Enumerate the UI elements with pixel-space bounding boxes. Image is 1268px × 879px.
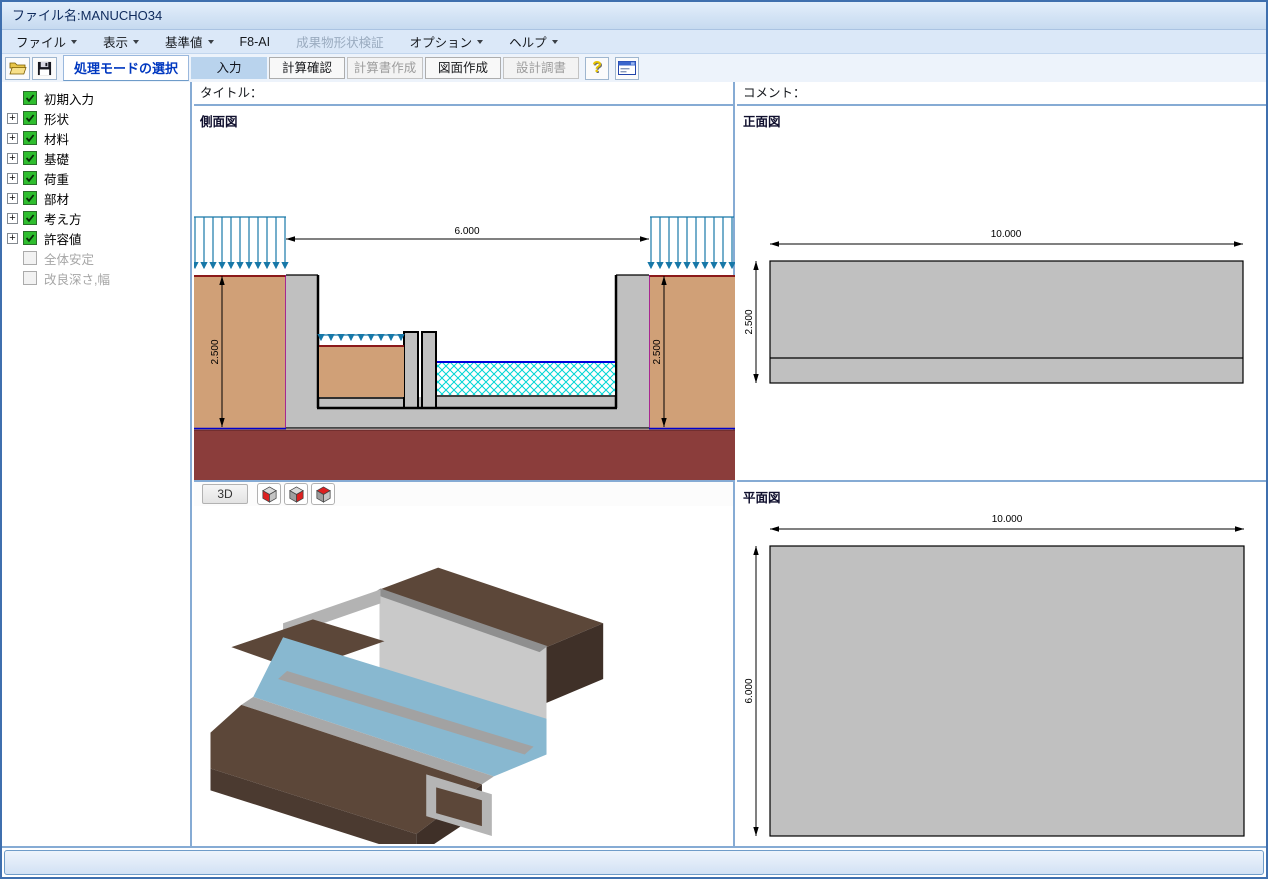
checkbox-checked-icon[interactable]	[23, 191, 37, 205]
dialog-window-icon	[618, 61, 636, 75]
view3d-viewport[interactable]	[194, 506, 733, 844]
window-title: ファイル名:MANUCHO34	[12, 8, 162, 23]
sidebar-item-material[interactable]: 材料	[2, 128, 190, 148]
expand-plus-icon[interactable]	[7, 133, 18, 144]
plan-view-drawing: 10.000 6.000	[737, 482, 1266, 844]
plan-view-panel: 平面図 10.000 6.000	[737, 480, 1266, 844]
expand-plus-icon[interactable]	[7, 193, 18, 204]
open-file-button[interactable]	[5, 57, 30, 80]
main-area: 初期入力 形状 材料 基礎 荷重	[2, 82, 1266, 848]
plan-view-label: 平面図	[743, 487, 781, 506]
mode-tabs: 入力 計算確認 計算書作成 図面作成 設計調書	[191, 57, 579, 79]
side-view-label: 側面図	[200, 111, 238, 130]
title-header: タイトル：	[194, 82, 733, 106]
dropdown-arrow-icon	[208, 40, 214, 44]
checkbox-checked-icon[interactable]	[23, 131, 37, 145]
menu-standard-values[interactable]: 基準値	[165, 32, 214, 51]
title-bar: ファイル名:MANUCHO34	[2, 2, 1266, 30]
dim-width-label: 6.000	[454, 226, 479, 237]
cube-top-face-red-icon	[314, 485, 333, 504]
sidebar-item-allowable-values[interactable]: 許容値	[2, 228, 190, 248]
sidebar-item-overall-stability: 全体安定	[2, 248, 190, 268]
sidebar-item-foundation[interactable]: 基礎	[2, 148, 190, 168]
cube-right-face-red-icon	[287, 485, 306, 504]
sidebar-tree: 初期入力 形状 材料 基礎 荷重	[2, 82, 192, 846]
menu-help[interactable]: ヘルプ	[509, 32, 558, 51]
save-file-button[interactable]	[32, 57, 57, 80]
tab-report-create: 計算書作成	[347, 57, 423, 79]
checkbox-checked-icon[interactable]	[23, 111, 37, 125]
dropdown-arrow-icon	[133, 40, 139, 44]
sidebar-item-initial-input[interactable]: 初期入力	[2, 88, 190, 108]
dim-height-left-label: 2.500	[210, 339, 221, 364]
floppy-disk-icon	[37, 61, 52, 76]
status-bar	[4, 850, 1264, 875]
dropdown-arrow-icon	[71, 40, 77, 44]
tab-input[interactable]: 入力	[191, 57, 267, 79]
water-fill	[437, 362, 615, 395]
menu-deliverable-shape-check: 成果物形状検証	[296, 32, 384, 51]
menu-f8-ai[interactable]: F8-AI	[240, 35, 271, 49]
cube-left-face-red-icon	[260, 485, 279, 504]
expand-plus-icon[interactable]	[7, 233, 18, 244]
menu-options[interactable]: オプション	[410, 32, 484, 51]
dropdown-arrow-icon	[477, 40, 483, 44]
expand-plus-icon[interactable]	[7, 213, 18, 224]
sidebar-item-load[interactable]: 荷重	[2, 168, 190, 188]
comment-header: コメント：	[737, 82, 1266, 106]
tab-calc-check[interactable]: 計算確認	[269, 57, 345, 79]
expand-plus-icon[interactable]	[7, 113, 18, 124]
help-icon	[592, 60, 602, 76]
tab-design-record: 設計調書	[503, 57, 579, 79]
dialog-window-button[interactable]	[615, 57, 639, 80]
chamber-soil-fill	[319, 346, 404, 397]
front-dim-height-label: 2.500	[744, 309, 755, 334]
front-view-label: 正面図	[743, 111, 781, 130]
model-3d-rendering	[194, 506, 735, 844]
side-view-panel: 側面図	[194, 106, 733, 480]
side-view-drawing: 6.000 2.500 2.500	[194, 106, 735, 480]
expand-plus-icon[interactable]	[7, 153, 18, 164]
cube-right-face-red-button[interactable]	[284, 483, 308, 505]
help-button[interactable]	[585, 57, 609, 80]
dropdown-arrow-icon	[552, 40, 558, 44]
plan-dim-width-label: 10.000	[992, 514, 1023, 525]
tab-drawing-create[interactable]: 図面作成	[425, 57, 501, 79]
view3d-toolbar: 3D	[194, 480, 733, 506]
dim-height-right-label: 2.500	[652, 339, 663, 364]
view3d-button[interactable]: 3D	[202, 484, 248, 504]
checkbox-checked-icon[interactable]	[23, 171, 37, 185]
front-view-panel: 正面図 10.000 2.500	[737, 106, 1266, 480]
menu-bar: ファイル 表示 基準値 F8-AI 成果物形状検証 オプション ヘルプ	[2, 30, 1266, 54]
sidebar-item-shape[interactable]: 形状	[2, 108, 190, 128]
checkbox-checked-icon[interactable]	[23, 211, 37, 225]
cube-top-face-red-button[interactable]	[311, 483, 335, 505]
sidebar-item-member[interactable]: 部材	[2, 188, 190, 208]
front-dim-width-label: 10.000	[991, 229, 1022, 240]
left-soil-block	[194, 276, 286, 428]
checkbox-unchecked-icon	[23, 271, 37, 285]
checkbox-checked-icon[interactable]	[23, 231, 37, 245]
sidebar-item-improvement-depth-width: 改良深さ,幅	[2, 268, 190, 288]
mode-selector-label: 処理モードの選択	[63, 55, 189, 81]
sidebar-item-approach[interactable]: 考え方	[2, 208, 190, 228]
cube-left-face-red-button[interactable]	[257, 483, 281, 505]
base-soil-layer	[194, 430, 735, 480]
menu-file[interactable]: ファイル	[16, 32, 77, 51]
plan-dim-height-label: 6.000	[744, 678, 755, 703]
checkbox-unchecked-icon	[23, 251, 37, 265]
right-column: コメント： 正面図 10.000 2.500	[737, 82, 1266, 846]
expand-plus-icon[interactable]	[7, 173, 18, 184]
toolbar: 処理モードの選択 入力 計算確認 計算書作成 図面作成 設計調書	[2, 54, 1266, 82]
open-folder-icon	[9, 61, 27, 76]
menu-view[interactable]: 表示	[103, 32, 139, 51]
checkbox-checked-icon[interactable]	[23, 91, 37, 105]
checkbox-checked-icon[interactable]	[23, 151, 37, 165]
center-column: タイトル： 側面図	[194, 82, 735, 846]
front-view-drawing: 10.000 2.500	[737, 106, 1266, 480]
app-window: ファイル名:MANUCHO34 ファイル 表示 基準値 F8-AI 成果物形状検…	[0, 0, 1268, 879]
